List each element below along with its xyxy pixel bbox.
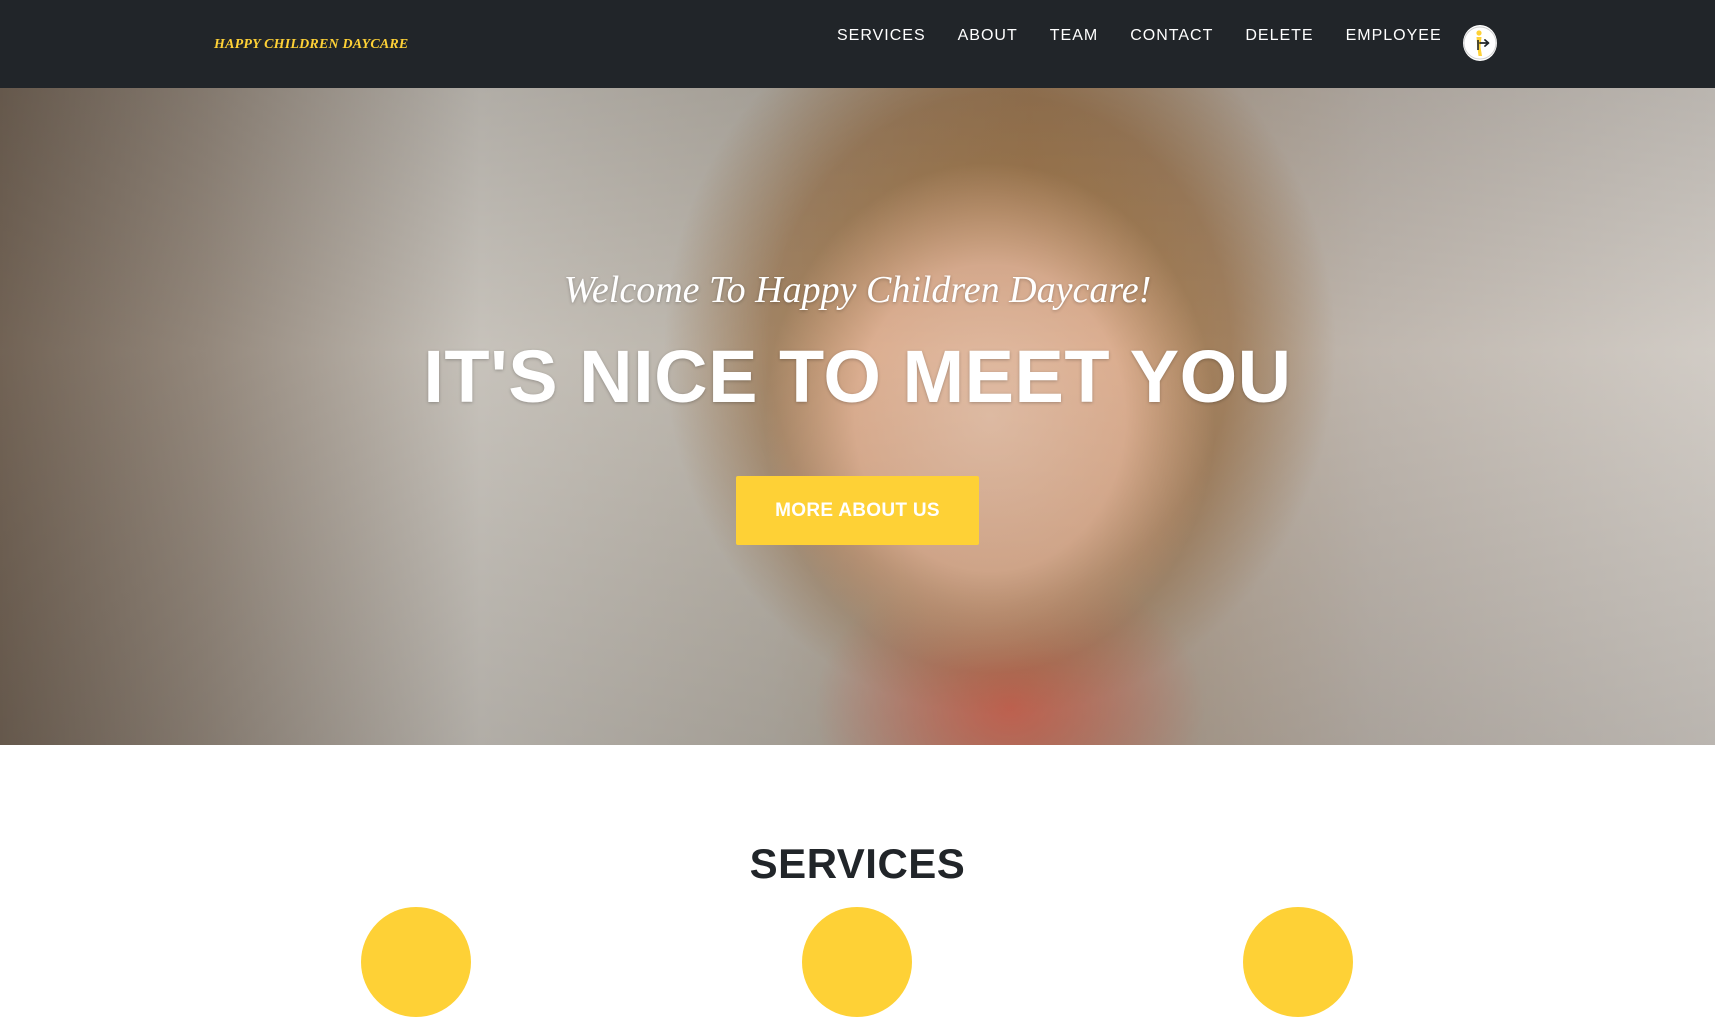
more-about-us-button[interactable]: MORE ABOUT US <box>736 476 979 545</box>
hero-section: Welcome To Happy Children Daycare! IT'S … <box>0 88 1715 745</box>
hero-heading: IT'S NICE TO MEET YOU <box>423 335 1292 418</box>
nav-link-delete[interactable]: DELETE <box>1245 27 1313 45</box>
nav-link-services[interactable]: SERVICES <box>837 27 926 45</box>
nav-link-contact[interactable]: CONTACT <box>1130 27 1213 45</box>
logout-person-icon[interactable] <box>1463 25 1497 61</box>
nav-link-team[interactable]: TEAM <box>1050 27 1098 45</box>
service-icon-circle <box>361 907 471 1017</box>
main-navigation: SERVICES ABOUT TEAM CONTACT DELETE EMPLO… <box>837 26 1442 46</box>
brand-logo-link[interactable]: HAPPY CHILDREN DAYCARE <box>214 37 408 53</box>
navbar: HAPPY CHILDREN DAYCARE SERVICES ABOUT TE… <box>0 0 1715 88</box>
nav-link-about[interactable]: ABOUT <box>958 27 1018 45</box>
hero-lead-text: Welcome To Happy Children Daycare! <box>563 269 1152 311</box>
service-icon-circle <box>802 907 912 1017</box>
service-icon-circle <box>1243 907 1353 1017</box>
services-heading: SERVICES <box>749 840 966 887</box>
nav-link-employee[interactable]: EMPLOYEE <box>1346 27 1442 45</box>
logout-person-icon-svg <box>1463 26 1497 60</box>
